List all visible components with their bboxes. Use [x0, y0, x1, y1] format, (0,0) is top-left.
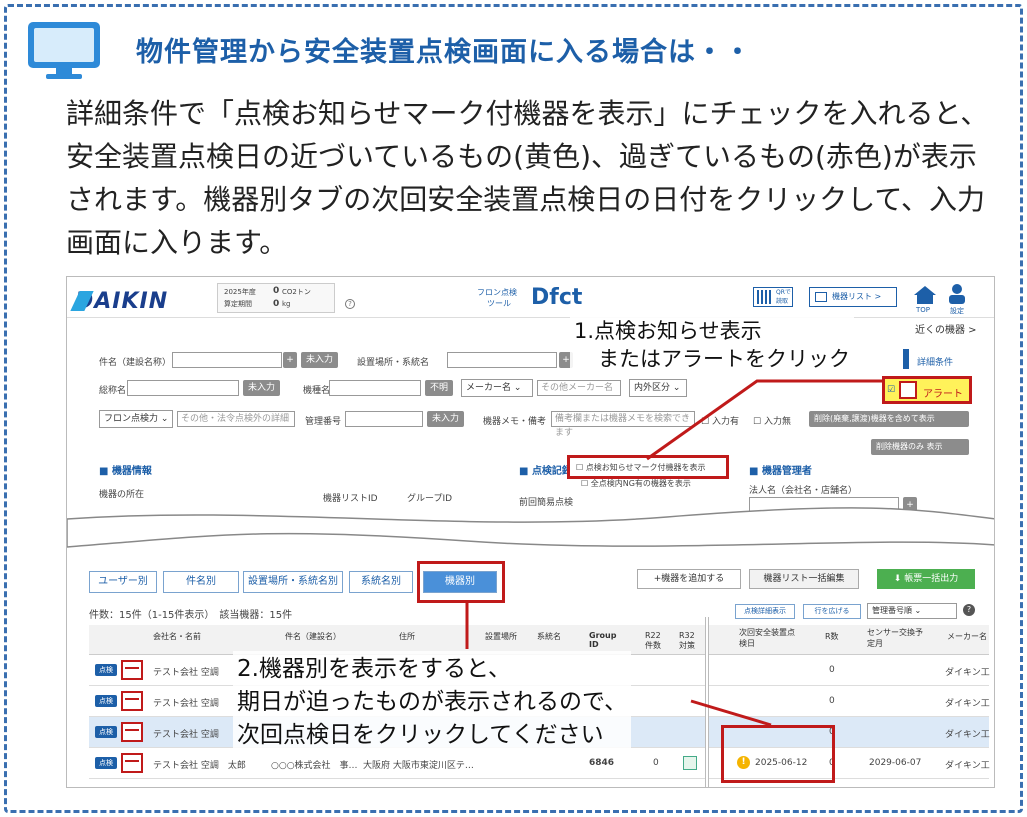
- step2-callout: 2.機器別を表示をすると、 期日が迫ったものが表示されるので、 次回点検日をクリ…: [233, 651, 632, 754]
- monitor-icon: [28, 22, 100, 79]
- step2-line2: 期日が迫ったものが表示されるので、: [237, 689, 628, 715]
- step2-line3: 次回点検日をクリックしてください: [237, 722, 604, 748]
- description: 詳細条件で「点検お知らせマーク付機器を表示」にチェックを入れると、安全装置点検日…: [66, 97, 989, 259]
- app-screenshot: DAIKIN 2025年度 算定期間 0 CO2トン 0 kg ? フロン点検 …: [66, 276, 995, 788]
- headline: 物件管理から安全装置点検画面に入る場合は・・: [136, 37, 752, 68]
- step2-line1: 2.機器別を表示をすると、: [237, 656, 512, 682]
